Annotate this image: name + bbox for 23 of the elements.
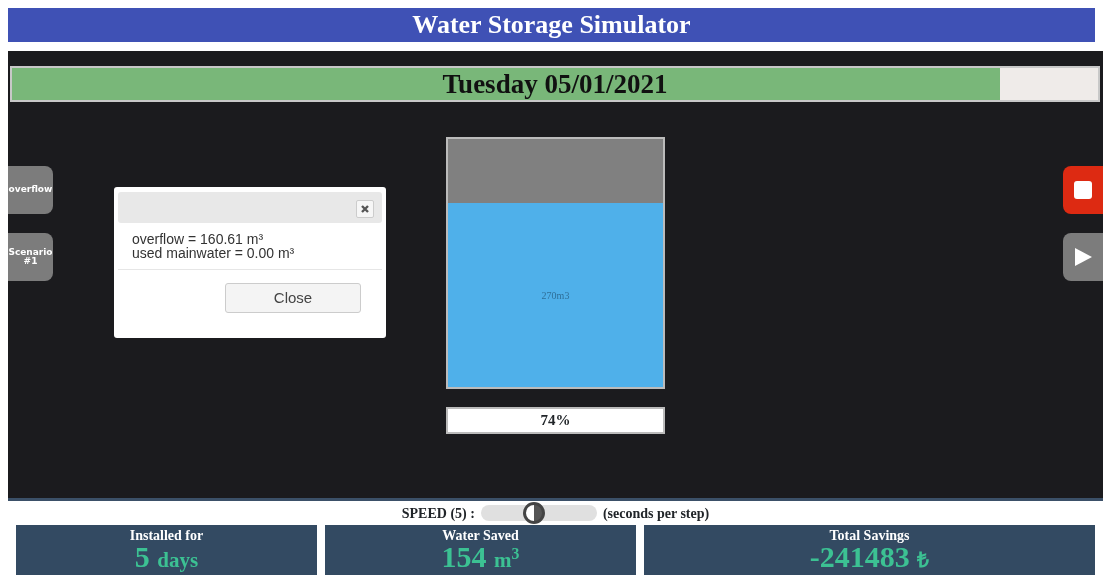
stat-value: -241483 ₺ — [808, 544, 931, 573]
speed-label: SPEED (5) : — [401, 504, 475, 523]
close-icon — [360, 204, 370, 214]
stat-title: Installed for — [128, 527, 205, 544]
close-button[interactable] — [356, 200, 374, 218]
stat-value: 154 m$^{3}$ — [440, 544, 521, 573]
stop-button[interactable] — [1063, 166, 1103, 214]
date-label: Tuesday 05/01/2021 — [441, 68, 669, 100]
stop-icon — [1073, 180, 1093, 200]
speed-unit: (seconds per step) — [602, 504, 710, 523]
tank-volume-label: 270m3 — [541, 288, 570, 303]
stat-title: Total Savings — [828, 527, 911, 544]
close-button[interactable]: Close — [225, 283, 361, 313]
dialog-message: overflow = 160.61 m³ — [132, 232, 265, 246]
dialog-message: used mainwater = 0.00 m³ — [132, 246, 296, 260]
stat-title: Water Saved — [441, 527, 520, 544]
side-tab-button[interactable]: Scenario #1 — [8, 233, 53, 281]
fill-percentage: 74% — [446, 407, 665, 434]
side-tab-button[interactable]: overflow — [8, 166, 53, 214]
app-title: Water Storage Simulator — [8, 8, 1095, 42]
play-button[interactable] — [1063, 233, 1103, 281]
stat-value: 5 days — [133, 544, 200, 573]
play-icon — [1073, 247, 1093, 267]
